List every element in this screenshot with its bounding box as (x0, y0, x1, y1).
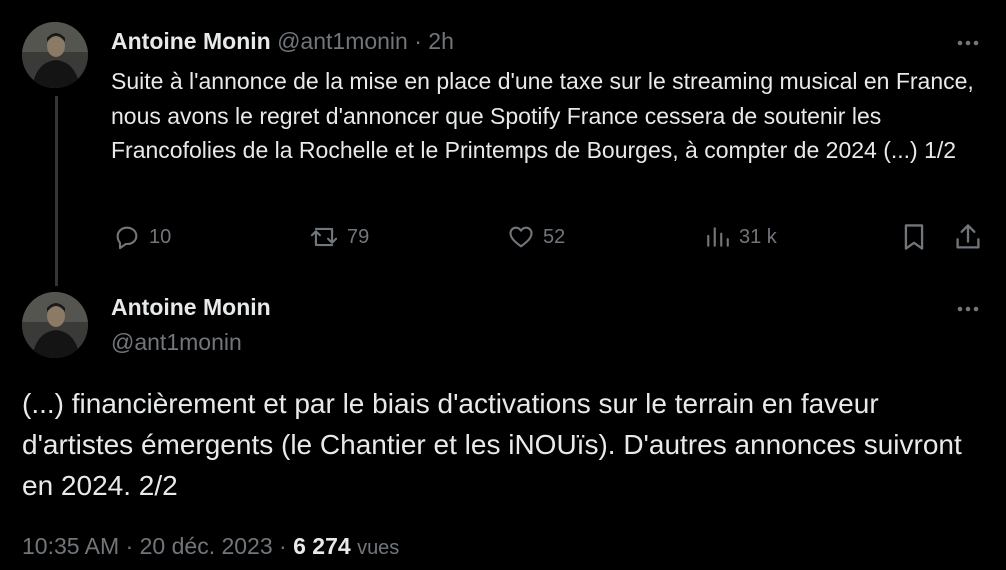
views-icon (705, 223, 739, 251)
bookmark-button[interactable] (900, 222, 930, 252)
tweet1-header: Antoine Monin @ant1monin · 2h (111, 26, 454, 56)
author-name[interactable]: Antoine Monin (111, 28, 271, 54)
reply-icon (113, 223, 149, 251)
avatar[interactable] (22, 22, 88, 88)
author-name[interactable]: Antoine Monin (111, 292, 271, 322)
views-count: 6 274 (293, 533, 351, 559)
post-date[interactable]: 20 déc. 2023 (140, 533, 273, 559)
repost-icon (309, 223, 347, 251)
header-separator: · (414, 28, 422, 54)
share-button[interactable] (954, 222, 984, 252)
like-count: 52 (543, 225, 566, 248)
tweet2-text: (...) financièrement et par le biais d'a… (22, 388, 962, 501)
like-button[interactable]: 52 (507, 222, 565, 252)
reply-count: 10 (149, 225, 172, 248)
views-label: vues (357, 537, 400, 559)
views-count: 31 k (739, 225, 777, 248)
post-meta: 10:35 AM · 20 déc. 2023 · 6 274 vues (22, 531, 399, 563)
repost-button[interactable]: 79 (309, 222, 369, 252)
repost-count: 79 (347, 225, 370, 248)
avatar[interactable] (22, 292, 88, 358)
reply-button[interactable]: 10 (113, 222, 171, 252)
tweet1-text: Suite à l'annonce de la mise en place d'… (111, 68, 974, 163)
post-time[interactable]: 10:35 AM (22, 533, 119, 559)
author-handle[interactable]: @ant1monin (277, 28, 408, 54)
thread-line (55, 96, 58, 286)
meta-separator: · (279, 533, 287, 559)
more-icon[interactable] (953, 299, 983, 319)
meta-separator: · (125, 533, 134, 559)
post-time[interactable]: 2h (428, 28, 454, 54)
bookmark-icon (900, 222, 930, 252)
views-button[interactable]: 31 k (705, 222, 777, 252)
more-icon[interactable] (953, 33, 983, 53)
share-icon (954, 222, 984, 252)
like-icon (507, 223, 543, 251)
author-handle[interactable]: @ant1monin (111, 327, 242, 357)
